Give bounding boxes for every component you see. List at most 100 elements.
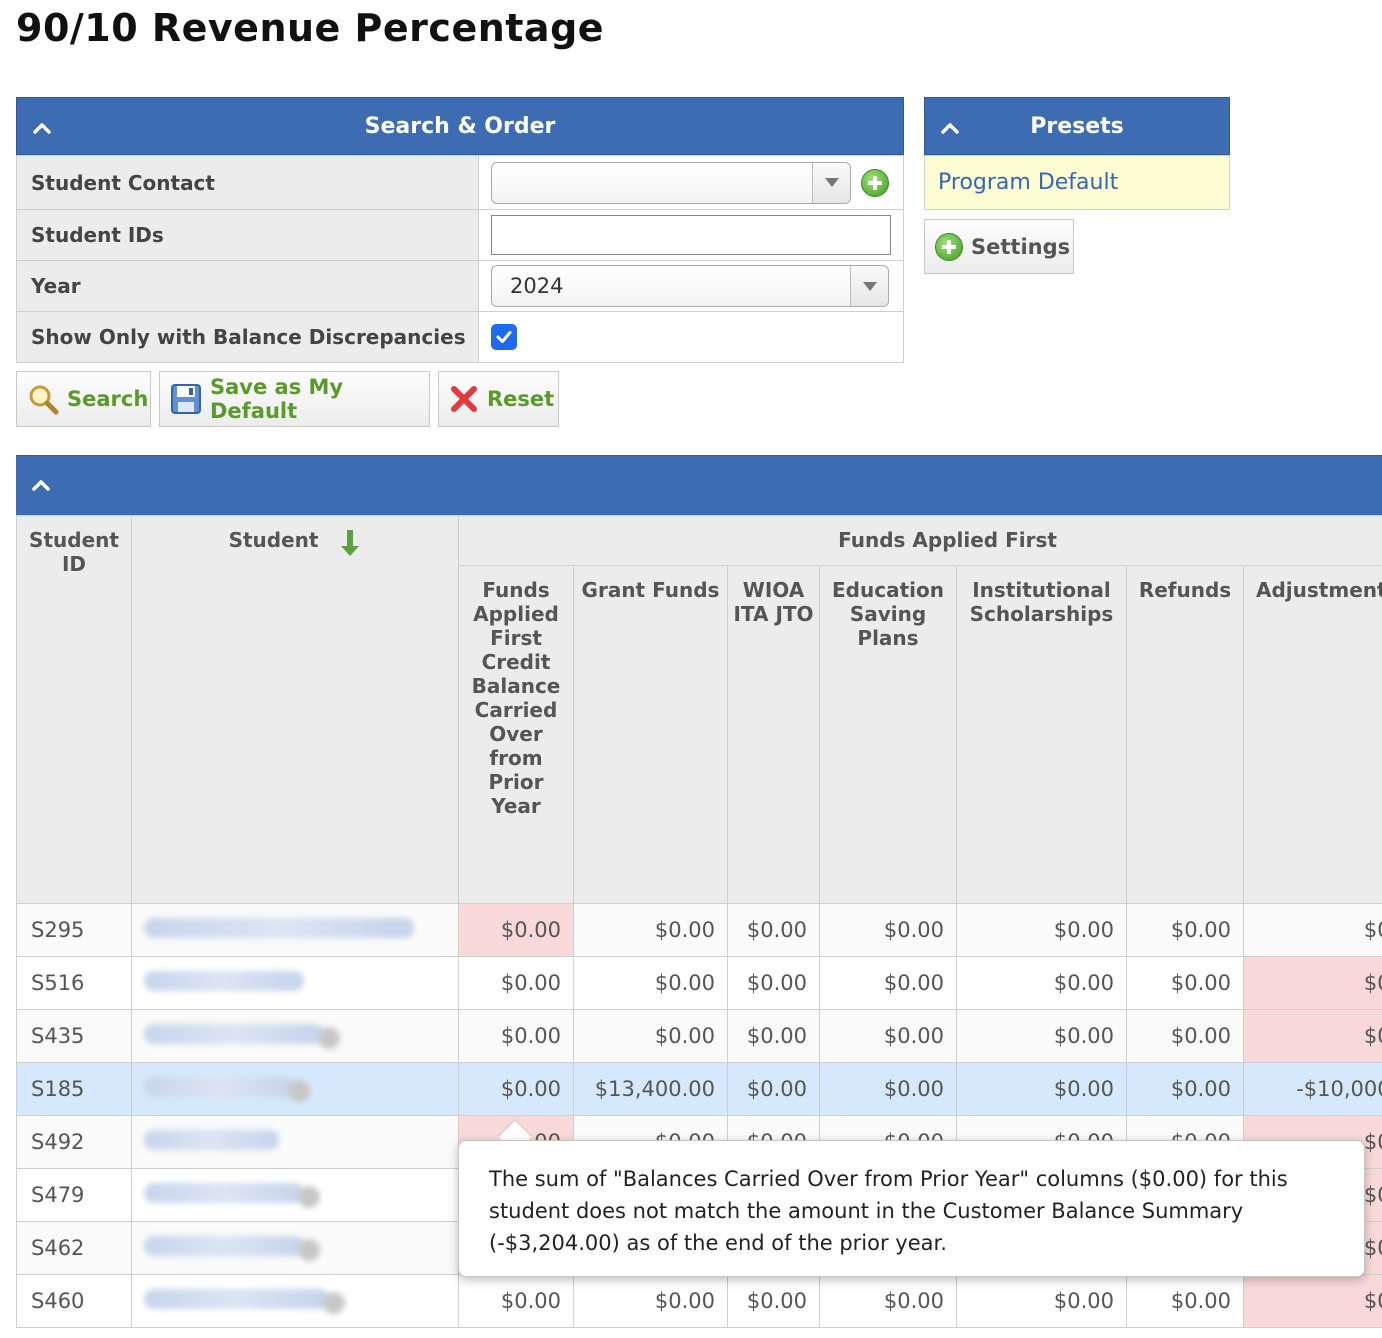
reset-button[interactable]: Reset <box>438 371 559 427</box>
student-name-cell[interactable] <box>131 1115 459 1169</box>
info-icon[interactable] <box>298 1238 320 1261</box>
student-name-cell[interactable] <box>131 1009 459 1063</box>
amount-cell: $0.00 <box>458 903 574 957</box>
amount-cell: $0.00 <box>819 956 957 1010</box>
collapse-chevron-icon[interactable] <box>30 474 52 496</box>
search-form: Student Contact Student IDs Year 2024 Sh… <box>16 155 904 363</box>
year-select[interactable]: 2024 <box>491 265 889 307</box>
amount-cell: $0.00 <box>458 1274 574 1328</box>
student-id-cell: S462 <box>16 1221 132 1275</box>
student-id-cell: S185 <box>16 1062 132 1116</box>
amount-cell: $0.00 <box>1126 956 1244 1010</box>
chevron-down-icon[interactable] <box>850 266 888 306</box>
student-contact-label: Student Contact <box>17 156 479 209</box>
student-id-cell: S460 <box>16 1274 132 1328</box>
info-icon[interactable] <box>298 1185 320 1208</box>
redacted-student-name[interactable] <box>144 1235 304 1256</box>
save-default-label: Save as My Default <box>210 375 344 423</box>
balance-discrepancies-checkbox[interactable] <box>491 324 517 350</box>
amount-cell: $0.00 <box>1242 1274 1382 1328</box>
amount-cell: $0.00 <box>1242 1009 1382 1063</box>
student-name-cell[interactable] <box>131 1062 459 1116</box>
column-header-student-id[interactable]: Student ID <box>16 515 132 904</box>
balance-discrepancies-label: Show Only with Balance Discrepancies <box>17 312 479 362</box>
amount-cell: $0.00 <box>573 1274 728 1328</box>
table-row[interactable]: S516$0.00$0.00$0.00$0.00$0.00$0.00$0.00 <box>16 956 1382 1010</box>
student-name-cell[interactable] <box>131 1168 459 1222</box>
amount-cell: $0.00 <box>573 1009 728 1063</box>
save-default-button[interactable]: Save as My Default <box>159 371 430 427</box>
info-icon[interactable] <box>323 1291 345 1314</box>
settings-button-label: Settings <box>971 234 1071 259</box>
presets-panel-header[interactable]: Presets <box>924 97 1230 155</box>
student-name-cell[interactable] <box>131 903 459 957</box>
search-button-label: Search <box>67 387 149 411</box>
student-ids-label: Student IDs <box>17 210 479 260</box>
amount-cell: $0.00 <box>819 1062 957 1116</box>
add-contact-icon[interactable] <box>861 168 889 197</box>
amount-cell: $0.00 <box>819 1009 957 1063</box>
column-header-wioa[interactable]: WIOA ITA JTO <box>727 565 820 904</box>
table-row[interactable]: S460$0.00$0.00$0.00$0.00$0.00$0.00$0.00 <box>16 1274 1382 1328</box>
student-id-cell: S479 <box>16 1168 132 1222</box>
redacted-student-name[interactable] <box>144 1076 294 1097</box>
collapse-chevron-icon[interactable] <box>31 117 53 139</box>
table-row[interactable]: S295$0.00$0.00$0.00$0.00$0.00$0.00$0.00 <box>16 903 1382 957</box>
redacted-student-name[interactable] <box>144 1182 304 1203</box>
floppy-disk-icon <box>170 383 202 415</box>
search-button[interactable]: Search <box>16 371 151 427</box>
search-panel-title: Search & Order <box>364 113 556 139</box>
column-header-student[interactable]: Student <box>131 515 459 904</box>
redacted-student-name[interactable] <box>144 1023 324 1044</box>
chevron-down-icon[interactable] <box>812 162 850 203</box>
collapse-chevron-icon[interactable] <box>939 117 961 139</box>
student-ids-row: Student IDs <box>16 210 904 261</box>
search-panel-header[interactable]: Search & Order <box>16 97 904 155</box>
info-icon[interactable] <box>318 1026 340 1049</box>
student-name-cell[interactable] <box>131 1274 459 1328</box>
redacted-student-name[interactable] <box>144 970 304 991</box>
student-name-cell[interactable] <box>131 956 459 1010</box>
amount-cell: $0.00 <box>1126 1062 1244 1116</box>
preset-program-default[interactable]: Program Default <box>924 155 1230 210</box>
amount-cell: $0.00 <box>819 903 957 957</box>
redacted-student-name[interactable] <box>144 917 414 938</box>
reset-button-label: Reset <box>487 387 555 411</box>
student-ids-input[interactable] <box>491 215 891 255</box>
amount-cell: $0.00 <box>956 903 1127 957</box>
redacted-student-name[interactable] <box>144 1129 279 1150</box>
amount-cell: $0.00 <box>727 1009 820 1063</box>
year-value: 2024 <box>510 274 564 298</box>
column-header-institutional-scholarships[interactable]: Institutional Scholarships <box>956 565 1127 904</box>
magnifier-icon <box>27 383 59 415</box>
column-header-adjustments[interactable]: Adjustments <box>1242 565 1382 904</box>
amount-cell: $0.00 <box>573 956 728 1010</box>
student-contact-select[interactable] <box>491 161 851 204</box>
column-header-education-saving[interactable]: Education Saving Plans <box>819 565 957 904</box>
amount-cell: $0.00 <box>573 903 728 957</box>
student-id-cell: S435 <box>16 1009 132 1063</box>
year-row: Year 2024 <box>16 261 904 312</box>
info-icon[interactable] <box>288 1079 310 1102</box>
amount-cell: $0.00 <box>1126 903 1244 957</box>
year-label: Year <box>17 261 479 311</box>
column-header-refunds[interactable]: Refunds <box>1126 565 1244 904</box>
student-contact-row: Student Contact <box>16 155 904 210</box>
checkmark-icon <box>496 331 512 343</box>
presets-panel-title: Presets <box>1030 113 1124 139</box>
student-name-cell[interactable] <box>131 1221 459 1275</box>
settings-button[interactable]: Settings <box>924 219 1074 274</box>
redacted-student-name[interactable] <box>144 1288 329 1309</box>
amount-cell: $0.00 <box>458 956 574 1010</box>
sort-down-arrow-icon <box>341 530 360 556</box>
amount-cell: $0.00 <box>727 1062 820 1116</box>
student-id-cell: S295 <box>16 903 132 957</box>
column-header-credit-balance[interactable]: Funds Applied First Credit Balance Carri… <box>458 565 574 904</box>
amount-cell: $0.00 <box>1126 1009 1244 1063</box>
column-group-funds-applied-first: Funds Applied First <box>457 515 1382 566</box>
page-title: 90/10 Revenue Percentage <box>16 6 605 50</box>
results-panel-header[interactable] <box>16 455 1382 515</box>
table-row[interactable]: S435$0.00$0.00$0.00$0.00$0.00$0.00$0.00 <box>16 1009 1382 1063</box>
column-header-grant-funds[interactable]: Grant Funds <box>573 565 728 904</box>
table-row[interactable]: S185 $0.00 $13,400.00 $0.00 $0.00 $0.00 $0.00-… <box>16 1062 1382 1116</box>
